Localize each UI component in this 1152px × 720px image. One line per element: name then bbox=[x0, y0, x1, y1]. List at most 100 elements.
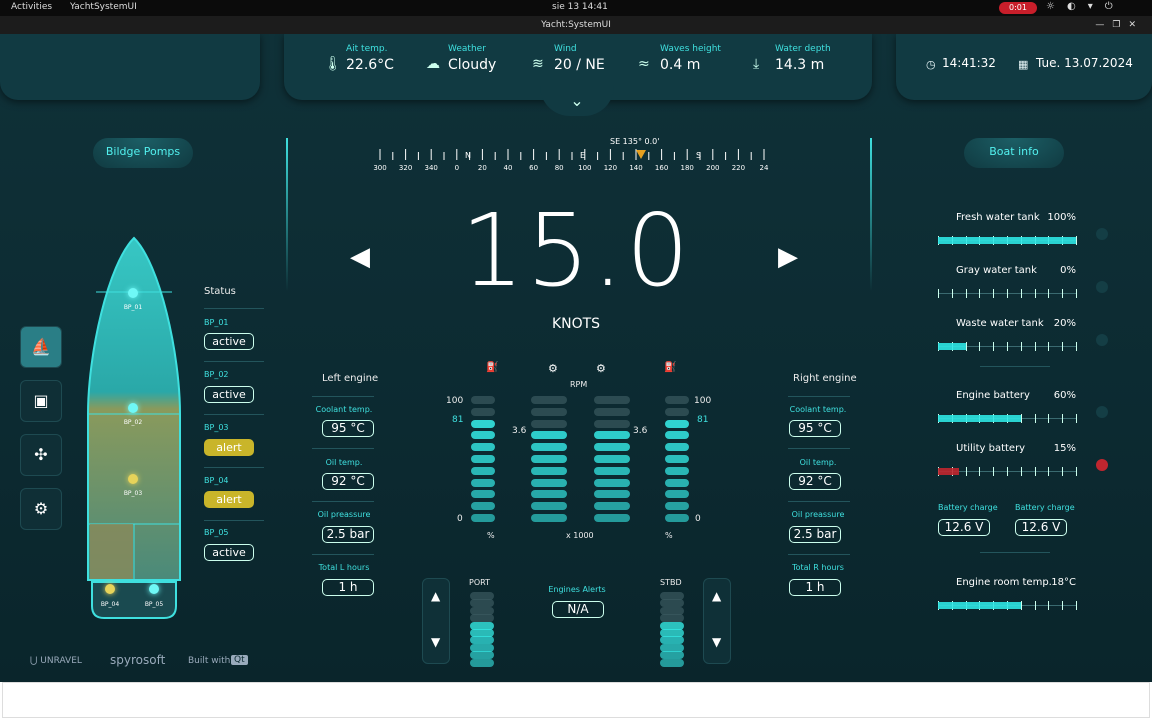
tank-fill bbox=[938, 237, 1076, 244]
gauge-segment bbox=[594, 431, 630, 440]
right-engine-title: Right engine bbox=[793, 373, 857, 384]
gauge-segment bbox=[471, 419, 495, 428]
trim-up-icon[interactable]: ▲ bbox=[431, 589, 440, 603]
compass-letter: E bbox=[580, 151, 586, 160]
spyrosoft-logo: spyrosoft bbox=[110, 653, 166, 667]
gauge-segment bbox=[665, 490, 689, 499]
battery-charge-value-2: 12.6 V bbox=[1015, 519, 1067, 536]
weather-waves: ≈ Waves height 0.4 m bbox=[638, 44, 721, 73]
gauge-segment bbox=[470, 606, 494, 615]
compass-tick-label: 200 bbox=[706, 164, 720, 172]
tank-tick bbox=[1034, 467, 1036, 476]
tank-tick bbox=[1076, 467, 1077, 476]
trim-up-icon[interactable]: ▲ bbox=[712, 589, 721, 603]
pump-status-bp03[interactable]: alert bbox=[204, 439, 254, 456]
gauge-segment bbox=[665, 466, 689, 475]
gauge-segment bbox=[471, 407, 495, 416]
yacht-app: 🌡 Ait temp. 22.6°C ☁ Weather Cloudy ≋ Wind 20 … bbox=[0, 34, 1152, 682]
compass-tick-label: 80 bbox=[554, 164, 564, 172]
pump-label-bp02: BP_02 bbox=[204, 370, 229, 379]
app-menu[interactable]: YachtSystemUI bbox=[70, 2, 137, 12]
tank-tick bbox=[1076, 601, 1077, 610]
tank-status-dot bbox=[1096, 228, 1108, 240]
gauge-segment bbox=[470, 614, 494, 623]
rpm-right-value: 3.6 bbox=[633, 426, 648, 436]
engine-view-button[interactable]: ⚙ bbox=[20, 488, 62, 530]
tank-tick bbox=[1034, 414, 1036, 423]
tank-tick bbox=[965, 342, 967, 351]
right-coolant-label: Coolant temp. bbox=[789, 405, 847, 414]
tank-status-dot bbox=[1096, 281, 1108, 293]
tank-tick bbox=[938, 289, 939, 298]
right-hours-value: 1 h bbox=[789, 579, 841, 596]
tank-tick bbox=[1034, 601, 1036, 610]
anchor-depth-icon: ⤓ bbox=[753, 56, 760, 72]
tank-fill bbox=[938, 415, 1021, 422]
hull-label-bp03: BP_03 bbox=[123, 490, 143, 497]
port-trim-control[interactable]: ▲ ▼ bbox=[422, 578, 450, 664]
gauge-segment bbox=[660, 606, 684, 615]
gauge-segment bbox=[660, 651, 684, 660]
tank-fill bbox=[938, 468, 959, 475]
trim-down-icon[interactable]: ▼ bbox=[431, 635, 440, 649]
fuel-right-max: 100 bbox=[694, 396, 712, 406]
fan-view-button[interactable]: ✣ bbox=[20, 434, 62, 476]
pump-status-bp01[interactable]: active bbox=[204, 333, 254, 350]
speed-next-arrow[interactable]: ▶ bbox=[778, 242, 798, 272]
battery-view-button[interactable]: ▣ bbox=[20, 380, 62, 422]
tank-tick bbox=[951, 289, 953, 298]
system-clock[interactable]: sie 13 14:41 bbox=[552, 2, 608, 12]
compass-tick-label: 160 bbox=[654, 164, 669, 172]
recording-indicator[interactable]: 0:01 bbox=[999, 2, 1037, 14]
fuel-left-unit: % bbox=[487, 531, 495, 540]
center-right-edge bbox=[870, 138, 872, 648]
gauge-segment bbox=[470, 621, 494, 630]
bottom-strip bbox=[2, 682, 1150, 718]
tank-tick bbox=[979, 467, 981, 476]
tank-tick bbox=[1076, 414, 1077, 423]
pump-label-bp05: BP_05 bbox=[204, 528, 229, 537]
stbd-label: STBD bbox=[660, 578, 682, 587]
tank-tick bbox=[979, 342, 981, 351]
compass-tick-label: 300 bbox=[373, 164, 387, 172]
gauge-segment bbox=[594, 443, 630, 452]
pump-status-bp04[interactable]: alert bbox=[204, 491, 254, 508]
activities-button[interactable]: Activities bbox=[11, 2, 52, 12]
trim-down-icon[interactable]: ▼ bbox=[712, 635, 721, 649]
fuel-right-unit: % bbox=[665, 531, 673, 540]
gauge-segment bbox=[594, 514, 630, 522]
compass-tick-label: 340 bbox=[424, 164, 438, 172]
engines-alerts-value: N/A bbox=[552, 601, 604, 618]
tank-tick bbox=[1062, 342, 1064, 351]
gauge-segment bbox=[665, 407, 689, 416]
pump-status-bp05[interactable]: active bbox=[204, 544, 254, 561]
tank-tick bbox=[1048, 289, 1050, 298]
tank-tick bbox=[1034, 342, 1036, 351]
compass-tick-labels: 300 320 340 0 20 40 60 80 100 120 140 160 180 200 220 2… bbox=[373, 151, 776, 176]
tank-tick bbox=[1076, 289, 1077, 298]
stbd-trim-control[interactable]: ▲ ▼ bbox=[703, 578, 731, 664]
speed-prev-arrow[interactable]: ◀ bbox=[350, 242, 370, 272]
fuel-left-current: 81 bbox=[452, 415, 464, 425]
system-tray-icons[interactable]: ☼◐▾⏻ bbox=[1046, 1, 1125, 12]
pump-status-bp02[interactable]: active bbox=[204, 386, 254, 403]
gauge-segment bbox=[665, 514, 689, 522]
gauge-segment bbox=[531, 431, 567, 440]
wind-icon: ≋ bbox=[532, 56, 544, 72]
gauge-segment bbox=[470, 629, 494, 637]
battery-charge-value-1: 12.6 V bbox=[938, 519, 990, 536]
tank-tick bbox=[1007, 467, 1008, 476]
tank-label: Gray water tank bbox=[956, 265, 1037, 276]
bilge-view-button[interactable]: ⛵ bbox=[20, 326, 62, 368]
gauge-segment bbox=[470, 636, 494, 645]
tank-status-dot bbox=[1096, 459, 1108, 471]
gauge-segment bbox=[471, 396, 495, 404]
left-coolant-value: 95 °C bbox=[322, 420, 374, 437]
compass-tick-label: 0 bbox=[454, 164, 460, 172]
tank-tick bbox=[1020, 414, 1022, 423]
thermometer-icon: 🌡 bbox=[324, 56, 342, 72]
chevron-down-icon[interactable]: ⌄ bbox=[540, 86, 614, 116]
window-controls[interactable]: —❐✕ bbox=[1095, 16, 1144, 34]
fuel-right-icon: ⛽ bbox=[664, 362, 677, 373]
gauge-segment bbox=[471, 490, 495, 499]
